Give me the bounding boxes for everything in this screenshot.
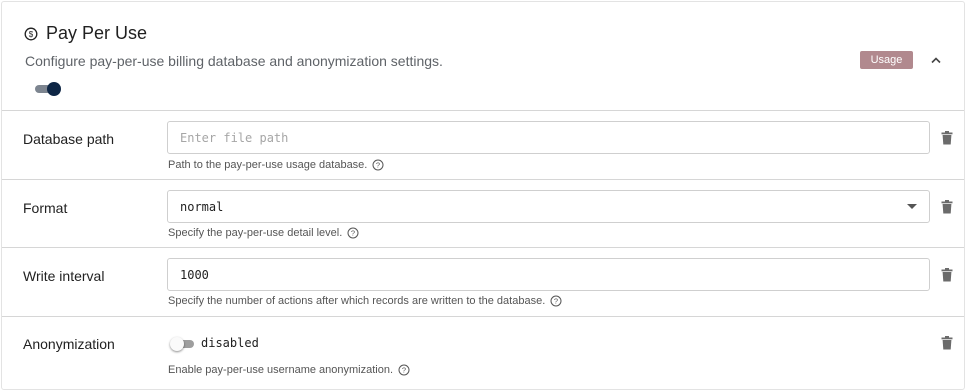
format-helper-text: Specify the pay-per-use detail level. bbox=[168, 227, 343, 239]
write-interval-row: Write interval 1000 Specify the number o… bbox=[2, 247, 964, 316]
write-interval-value: 1000 bbox=[180, 267, 209, 282]
anonymization-helper-text: Enable pay-per-use username anonymizatio… bbox=[168, 364, 394, 376]
chevron-up-icon bbox=[931, 57, 941, 64]
write-interval-helper-text: Specify the number of actions after whic… bbox=[168, 295, 546, 307]
database-path-input-wrapper[interactable] bbox=[167, 121, 930, 154]
pay-per-use-card: $ Pay Per Use Configure pay-per-use bill… bbox=[1, 1, 965, 390]
trash-icon[interactable] bbox=[941, 131, 953, 145]
write-interval-label: Write interval bbox=[23, 268, 105, 284]
svg-text:$: $ bbox=[29, 30, 34, 39]
pay-per-use-toggle[interactable] bbox=[35, 80, 63, 98]
toggle-thumb bbox=[170, 337, 184, 351]
database-path-helper-text: Path to the pay-per-use usage database. bbox=[168, 159, 368, 171]
format-row: Format normal Specify the pay-per-use de… bbox=[2, 179, 964, 247]
format-label: Format bbox=[23, 200, 68, 216]
help-circle-icon[interactable]: ? bbox=[347, 227, 359, 239]
card-title: Pay Per Use bbox=[46, 23, 148, 43]
database-path-row: Database path Path to the pay-per-use us… bbox=[2, 110, 964, 179]
anonymization-status: disabled bbox=[201, 336, 259, 350]
database-path-input[interactable] bbox=[180, 122, 929, 153]
svg-text:?: ? bbox=[351, 229, 355, 238]
help-circle-icon[interactable]: ? bbox=[372, 159, 384, 171]
collapse-button[interactable] bbox=[928, 52, 944, 68]
caret-down-icon bbox=[907, 204, 917, 209]
svg-text:?: ? bbox=[402, 366, 406, 375]
title-row: $ Pay Per Use bbox=[24, 23, 147, 44]
format-selected-value: normal bbox=[180, 199, 224, 214]
write-interval-helper: Specify the number of actions after whic… bbox=[168, 295, 562, 307]
database-path-helper: Path to the pay-per-use usage database. … bbox=[168, 159, 384, 171]
anonymization-row: Anonymization disabled Enable pay-per-us… bbox=[2, 316, 964, 390]
help-circle-icon[interactable]: ? bbox=[550, 295, 562, 307]
anonymization-label: Anonymization bbox=[23, 336, 115, 352]
trash-icon[interactable] bbox=[941, 268, 953, 282]
card-header: $ Pay Per Use Configure pay-per-use bill… bbox=[2, 2, 964, 110]
usage-badge: Usage bbox=[860, 51, 913, 69]
format-select[interactable]: normal bbox=[167, 190, 930, 223]
anonymization-helper: Enable pay-per-use username anonymizatio… bbox=[168, 364, 410, 376]
toggle-thumb bbox=[47, 82, 61, 96]
card-subtitle: Configure pay-per-use billing database a… bbox=[25, 53, 443, 69]
database-path-label: Database path bbox=[23, 131, 115, 147]
svg-text:?: ? bbox=[376, 161, 380, 170]
trash-icon[interactable] bbox=[941, 200, 953, 214]
dollar-circle-icon: $ bbox=[24, 27, 38, 41]
trash-icon[interactable] bbox=[941, 336, 953, 350]
format-helper: Specify the pay-per-use detail level. ? bbox=[168, 227, 359, 239]
help-circle-icon[interactable]: ? bbox=[398, 364, 410, 376]
anonymization-toggle[interactable] bbox=[170, 336, 196, 352]
svg-text:?: ? bbox=[554, 297, 558, 306]
write-interval-input[interactable]: 1000 bbox=[167, 258, 930, 291]
